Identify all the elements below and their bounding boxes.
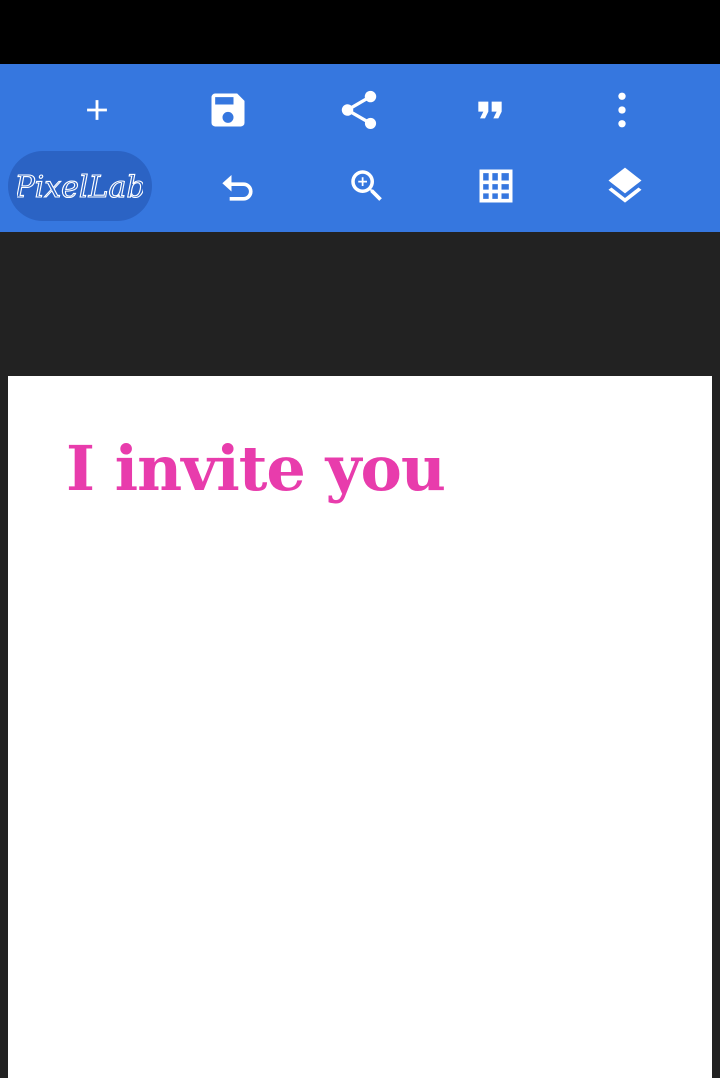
- share-icon: [341, 90, 377, 130]
- quote-button[interactable]: [458, 78, 522, 142]
- plus-icon: [87, 100, 107, 120]
- grid-icon: [479, 169, 513, 203]
- pixellab-logo[interactable]: PixelLab: [8, 151, 152, 221]
- more-vertical-icon: [618, 92, 626, 128]
- toolbar: PixelLab: [0, 64, 720, 232]
- pixellab-logo-mark: PixelLab: [17, 169, 143, 205]
- save-icon: [211, 93, 245, 127]
- undo-button[interactable]: [205, 154, 269, 218]
- grid-button[interactable]: [464, 154, 528, 218]
- undo-icon: [222, 175, 253, 201]
- zoom-in-icon: [351, 170, 382, 201]
- logo-text: PixelLab: [17, 170, 143, 205]
- layers-icon: [608, 167, 642, 203]
- layers-button[interactable]: [593, 154, 657, 218]
- share-button[interactable]: [327, 78, 391, 142]
- quote-icon: [478, 101, 502, 119]
- save-button[interactable]: [196, 78, 260, 142]
- status-bar: [0, 0, 720, 64]
- add-button[interactable]: [65, 78, 129, 142]
- more-options-button[interactable]: [590, 78, 654, 142]
- design-canvas[interactable]: I invite you: [8, 376, 712, 1078]
- zoom-button[interactable]: [335, 154, 399, 218]
- canvas-text-layer[interactable]: I invite you: [66, 438, 446, 500]
